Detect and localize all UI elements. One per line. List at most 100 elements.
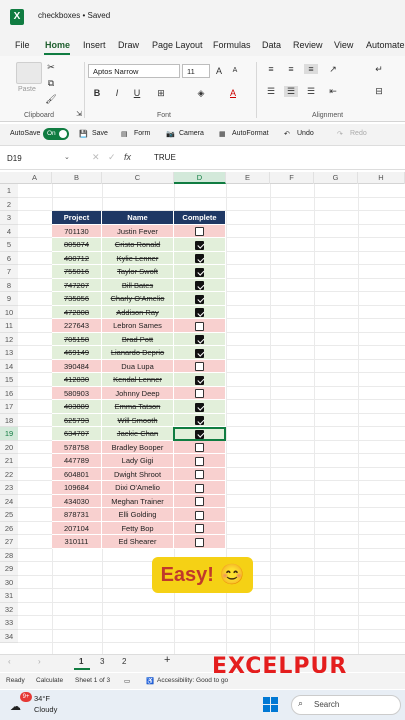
row-header-30[interactable]: 30 [0,575,18,589]
complete-cell[interactable] [174,521,226,535]
name-cell[interactable]: Addison Ray [102,305,174,319]
complete-cell[interactable] [174,319,226,333]
align-center-icon[interactable]: ☰ [284,86,298,97]
row-header-6[interactable]: 6 [0,251,18,265]
complete-cell[interactable] [174,373,226,387]
name-cell[interactable]: Charly O'Amelio [102,292,174,306]
row-header-29[interactable]: 29 [0,562,18,576]
align-middle-icon[interactable]: ≡ [284,64,298,74]
insert-function-icon[interactable]: fx [124,152,131,162]
complete-cell[interactable] [174,305,226,319]
column-header-e[interactable]: E [226,172,270,184]
copy-icon[interactable]: ⧉ [44,78,58,89]
column-header-g[interactable]: G [314,172,358,184]
name-cell[interactable]: Elli Golding [102,508,174,522]
row-header-25[interactable]: 25 [0,508,18,522]
prev-sheet-icon[interactable]: ‹ [8,657,11,666]
format-painter-icon[interactable]: 🖌 [44,94,58,105]
checkbox-unchecked[interactable] [195,443,204,453]
tab-formulas[interactable]: Formulas [213,40,251,50]
row-header-11[interactable]: 11 [0,319,18,333]
complete-cell[interactable] [174,346,226,360]
row-header-15[interactable]: 15 [0,373,18,387]
name-cell[interactable]: Johnny Deep [102,386,174,400]
weather-icon[interactable]: ☁ [10,700,21,713]
column-header-a[interactable]: A [18,172,52,184]
camera-icon[interactable]: 📷 [166,130,175,138]
complete-cell[interactable] [174,535,226,549]
autosave-toggle[interactable]: On [43,128,69,140]
name-box-dropdown-icon[interactable]: ⌄ [64,153,70,161]
project-cell[interactable]: 207104 [52,521,102,535]
checkbox-unchecked[interactable] [195,510,204,520]
column-header-h[interactable]: H [358,172,405,184]
next-sheet-icon[interactable]: › [38,657,41,666]
name-cell[interactable]: Emma Tatson [102,400,174,414]
name-box[interactable]: D19 [4,152,72,166]
project-cell[interactable]: 447789 [52,454,102,468]
complete-cell[interactable] [174,251,226,265]
sheet-tab-2[interactable]: 2 [122,657,126,666]
name-cell[interactable]: Kendal Lenner [102,373,174,387]
formula-input[interactable]: TRUE [154,153,176,162]
tab-data[interactable]: Data [262,40,281,50]
project-cell[interactable]: 390484 [52,359,102,373]
row-header-14[interactable]: 14 [0,359,18,373]
row-header-31[interactable]: 31 [0,589,18,603]
name-cell[interactable]: Bill Bates [102,278,174,292]
orientation-icon[interactable]: ↗ [326,64,340,75]
windows-start-icon[interactable] [263,697,279,713]
row-header-22[interactable]: 22 [0,467,18,481]
complete-cell[interactable] [174,265,226,279]
name-cell[interactable]: Lady Gigi [102,454,174,468]
name-cell[interactable]: Bradley Booper [102,440,174,454]
name-cell[interactable]: Will Smooth [102,413,174,427]
checkbox-unchecked[interactable] [195,389,204,399]
paste-icon[interactable] [16,62,42,84]
table-header-complete[interactable]: Complete [174,211,226,225]
row-header-17[interactable]: 17 [0,400,18,414]
row-header-28[interactable]: 28 [0,548,18,562]
row-header-16[interactable]: 16 [0,386,18,400]
merge-center-icon[interactable]: ⊟ [372,86,386,97]
undo-icon[interactable]: ↶ [284,130,290,138]
tab-review[interactable]: Review [293,40,323,50]
row-header-13[interactable]: 13 [0,346,18,360]
cut-icon[interactable]: ✂ [44,62,58,73]
project-cell[interactable]: 701130 [52,224,102,238]
row-header-33[interactable]: 33 [0,616,18,630]
project-cell[interactable]: 472808 [52,305,102,319]
complete-cell[interactable] [174,332,226,346]
project-cell[interactable]: 634707 [52,427,102,441]
name-cell[interactable]: Taylor Swoft [102,265,174,279]
checkbox-unchecked[interactable] [195,524,204,534]
row-header-7[interactable]: 7 [0,265,18,279]
save-icon[interactable]: 💾 [79,130,88,138]
taskbar-search[interactable]: Search [291,695,401,715]
checkbox-unchecked[interactable] [195,497,204,507]
complete-cell[interactable] [174,481,226,495]
add-sheet-icon[interactable]: + [164,654,170,666]
project-cell[interactable]: 109684 [52,481,102,495]
project-cell[interactable]: 705158 [52,332,102,346]
save-button[interactable]: Save [92,130,108,137]
status-accessibility[interactable]: Accessibility: Good to go [157,677,228,684]
wrap-text-icon[interactable]: ↵ [372,64,386,75]
bold-button[interactable]: B [90,88,104,98]
underline-button[interactable]: U [130,88,144,98]
complete-cell[interactable] [174,494,226,508]
complete-cell[interactable] [174,238,226,252]
italic-button[interactable]: I [110,88,124,98]
decrease-font-icon[interactable]: A [228,67,242,74]
checkbox-checked[interactable] [195,348,204,358]
checkbox-checked[interactable] [195,335,204,345]
selected-cell-d19[interactable] [173,427,226,441]
checkbox-unchecked[interactable] [195,227,204,237]
name-cell[interactable]: Brad Pott [102,332,174,346]
complete-cell[interactable] [174,440,226,454]
row-header-5[interactable]: 5 [0,238,18,252]
align-right-icon[interactable]: ☰ [304,86,318,97]
complete-cell[interactable] [174,386,226,400]
project-cell[interactable]: 747207 [52,278,102,292]
checkbox-unchecked[interactable] [195,483,204,493]
